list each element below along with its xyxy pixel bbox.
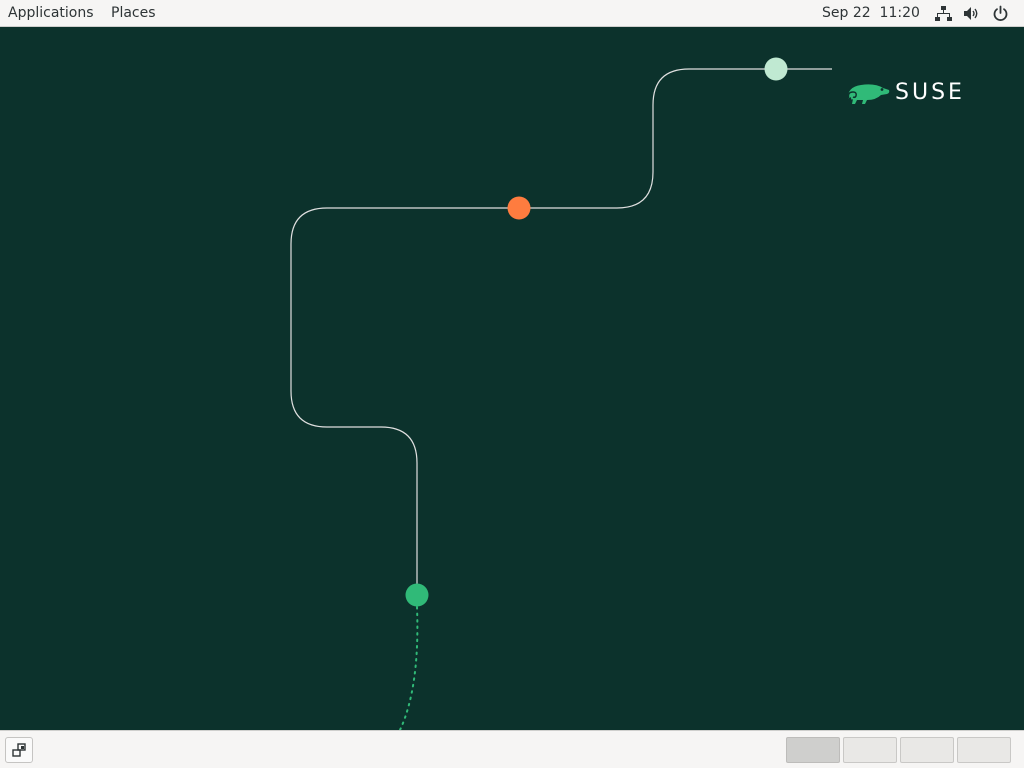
show-desktop-button[interactable]	[5, 737, 33, 763]
bottom-panel	[0, 730, 1024, 768]
workspace-2[interactable]	[843, 737, 897, 763]
wallpaper-dot-middle	[507, 196, 531, 220]
wallpaper-graphic	[290, 57, 832, 730]
desktop[interactable]: SUSE	[0, 27, 1024, 730]
wallpaper-dotted-line	[399, 606, 419, 730]
wallpaper-dot-bottom	[405, 583, 429, 607]
wallpaper-dot-top	[764, 57, 788, 81]
network-icon[interactable]	[935, 5, 952, 22]
workspace-3[interactable]	[900, 737, 954, 763]
workspace-1[interactable]	[786, 737, 840, 763]
volume-icon[interactable]	[963, 5, 980, 22]
clock[interactable]: Sep 22 11:20	[822, 0, 920, 27]
show-desktop-icon	[12, 743, 26, 757]
places-menu[interactable]: Places	[111, 0, 156, 27]
workspace-4[interactable]	[957, 737, 1011, 763]
suse-logo-text: SUSE	[895, 80, 965, 105]
power-icon[interactable]	[992, 5, 1009, 22]
applications-menu[interactable]: Applications	[8, 0, 94, 27]
top-panel: Applications Places Sep 22 11:20	[0, 0, 1024, 27]
wallpaper-line	[290, 68, 832, 595]
suse-chameleon-logo	[847, 84, 890, 104]
